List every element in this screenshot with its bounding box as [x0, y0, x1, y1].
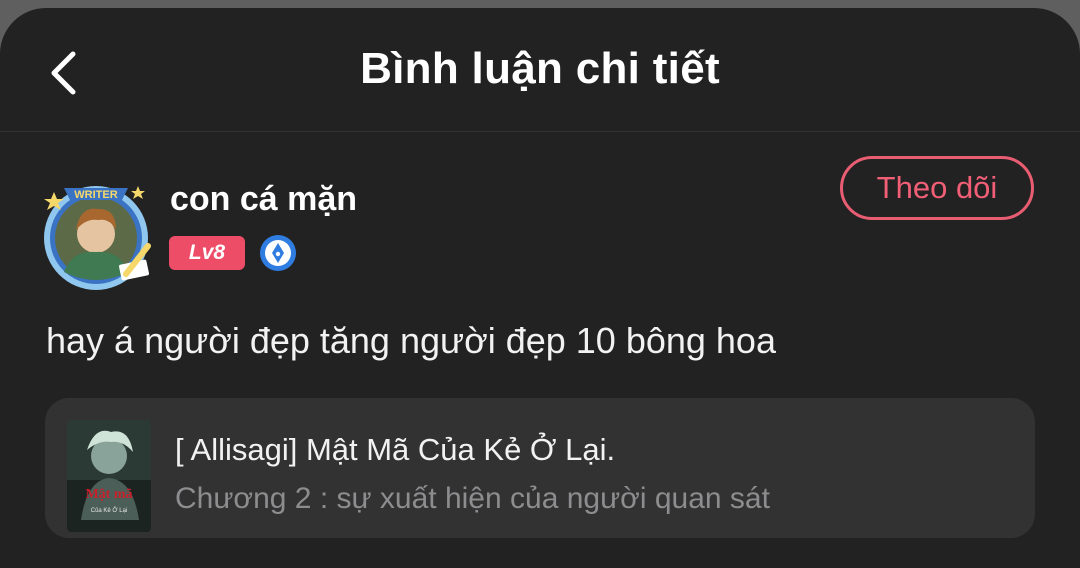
header-bar: Bình luận chi tiết: [0, 8, 1080, 132]
level-badge: Lv8: [169, 236, 245, 270]
story-chapter: Chương 2 : sự xuất hiện của người quan s…: [175, 482, 770, 515]
svg-text:WRITER: WRITER: [74, 189, 117, 201]
avatar[interactable]: WRITER: [36, 176, 158, 292]
page-title: Bình luận chi tiết: [360, 44, 720, 93]
follow-button[interactable]: Theo dõi: [840, 156, 1034, 220]
comment-detail-sheet: Bình luận chi tiết WRITER con cá mặn Lv8: [0, 8, 1080, 568]
pen-nib-icon: [259, 234, 297, 272]
comment-text: hay á người đẹp tăng người đẹp 10 bông h…: [46, 320, 776, 361]
svg-text:Mật mã: Mật mã: [85, 487, 132, 502]
story-card[interactable]: Mật mã Của Kẻ Ở Lại [ Allisagi] Mật Mã C…: [45, 398, 1035, 538]
svg-text:Của Kẻ Ở Lại: Của Kẻ Ở Lại: [91, 507, 128, 514]
story-title: [ Allisagi] Mật Mã Của Kẻ Ở Lại.: [175, 432, 616, 467]
username[interactable]: con cá mặn: [170, 180, 357, 219]
story-cover-image: Mật mã Của Kẻ Ở Lại: [67, 420, 151, 532]
